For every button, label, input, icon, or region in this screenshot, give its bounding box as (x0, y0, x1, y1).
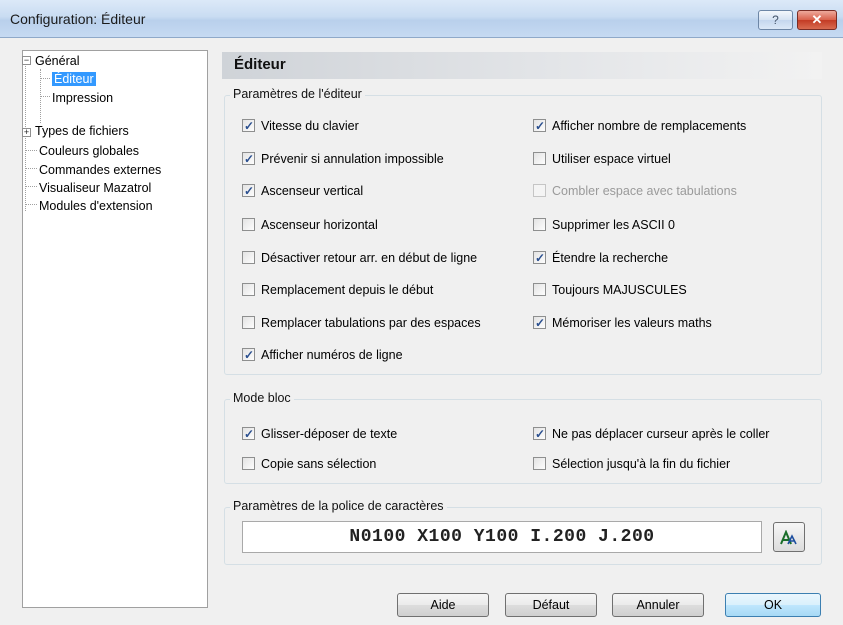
help-title-button[interactable]: ? (758, 10, 793, 30)
collapse-icon[interactable]: − (22, 56, 31, 65)
checkbox-glisser-deposer[interactable]: Glisser-déposer de texte (242, 425, 397, 443)
category-tree: − Général Éditeur Impression + Types de … (22, 50, 208, 608)
checkbox-etendre-recherche[interactable]: Étendre la recherche (533, 249, 668, 267)
ok-button[interactable]: OK (725, 593, 821, 617)
checkbox-supprimer-ascii[interactable]: Supprimer les ASCII 0 (533, 216, 675, 234)
tree-item-couleurs[interactable]: Couleurs globales (39, 142, 139, 160)
tree-line (25, 204, 37, 205)
checkbox[interactable] (242, 117, 255, 135)
default-button[interactable]: Défaut (505, 593, 597, 617)
checkbox-vitesse-clavier[interactable]: Vitesse du clavier (242, 117, 359, 135)
font-icon (780, 528, 797, 544)
tree-line (40, 96, 50, 97)
checkbox[interactable] (533, 249, 546, 267)
block-mode-label: Mode bloc (230, 391, 294, 405)
checkbox-ne-pas-deplacer[interactable]: Ne pas déplacer curseur après le coller (533, 425, 769, 443)
checkbox[interactable] (533, 457, 546, 470)
font-button[interactable] (773, 522, 805, 552)
help-button[interactable]: Aide (397, 593, 489, 617)
cancel-button[interactable]: Annuler (612, 593, 704, 617)
editor-params-label: Paramètres de l'éditeur (230, 87, 365, 101)
checkbox (533, 184, 546, 197)
tree-item-modules[interactable]: Modules d'extension (39, 197, 153, 215)
checkbox[interactable] (533, 218, 546, 231)
checkbox-remplacement-debut[interactable]: Remplacement depuis le début (242, 281, 433, 299)
tree-item-general[interactable]: Général (35, 52, 79, 70)
checkbox-ascenseur-horizontal[interactable]: Ascenseur horizontal (242, 216, 378, 234)
checkbox[interactable] (533, 152, 546, 165)
tree-line (25, 168, 37, 169)
tree-item-commandes[interactable]: Commandes externes (39, 161, 161, 179)
checkbox[interactable] (533, 425, 546, 443)
font-preview: N0100 X100 Y100 I.200 J.200 (242, 521, 762, 553)
tree-line (25, 186, 37, 187)
tree-line (25, 150, 37, 151)
checkbox-afficher-numeros[interactable]: Afficher numéros de ligne (242, 346, 403, 364)
checkbox[interactable] (242, 218, 255, 231)
checkbox-copie-sans-selection[interactable]: Copie sans sélection (242, 455, 376, 473)
checkbox[interactable] (533, 117, 546, 135)
checkbox-afficher-remplacements[interactable]: Afficher nombre de remplacements (533, 117, 746, 135)
checkbox-espace-virtuel[interactable]: Utiliser espace virtuel (533, 150, 671, 168)
checkbox-remplacer-tabulations[interactable]: Remplacer tabulations par des espaces (242, 314, 481, 332)
tree-line (40, 78, 50, 79)
tree-item-types-fichiers[interactable]: Types de fichiers (35, 122, 129, 140)
close-button[interactable]: ✕ (797, 10, 837, 30)
tree-item-editeur[interactable]: Éditeur (52, 70, 96, 88)
panel-title: Éditeur (234, 56, 286, 73)
checkbox[interactable] (242, 346, 255, 364)
checkbox-combler-espace: Combler espace avec tabulations (533, 182, 737, 200)
title-bar: Configuration: Éditeur ? ✕ (0, 0, 843, 38)
checkbox-ascenseur-vertical[interactable]: Ascenseur vertical (242, 182, 363, 200)
checkbox[interactable] (242, 150, 255, 168)
checkbox-memoriser-maths[interactable]: Mémoriser les valeurs maths (533, 314, 712, 332)
checkbox[interactable] (242, 316, 255, 329)
expand-icon[interactable]: + (22, 128, 31, 137)
font-params-label: Paramètres de la police de caractères (230, 499, 447, 513)
checkbox[interactable] (242, 283, 255, 296)
checkbox[interactable] (242, 425, 255, 443)
tree-item-visualiseur[interactable]: Visualiseur Mazatrol (39, 179, 151, 197)
checkbox[interactable] (242, 182, 255, 200)
panel-header: Éditeur (222, 52, 822, 79)
checkbox[interactable] (533, 314, 546, 332)
checkbox-prevenir-annulation[interactable]: Prévenir si annulation impossible (242, 150, 444, 168)
editor-params-group (224, 95, 822, 375)
checkbox-selection-fin-fichier[interactable]: Sélection jusqu'à la fin du fichier (533, 455, 730, 473)
checkbox[interactable] (242, 251, 255, 264)
window-title: Configuration: Éditeur (10, 11, 146, 27)
checkbox-desactiver-retour[interactable]: Désactiver retour arr. en début de ligne (242, 249, 477, 267)
checkbox[interactable] (533, 283, 546, 296)
checkbox-toujours-majuscules[interactable]: Toujours MAJUSCULES (533, 281, 687, 299)
checkbox[interactable] (242, 457, 255, 470)
tree-item-impression[interactable]: Impression (52, 89, 113, 107)
